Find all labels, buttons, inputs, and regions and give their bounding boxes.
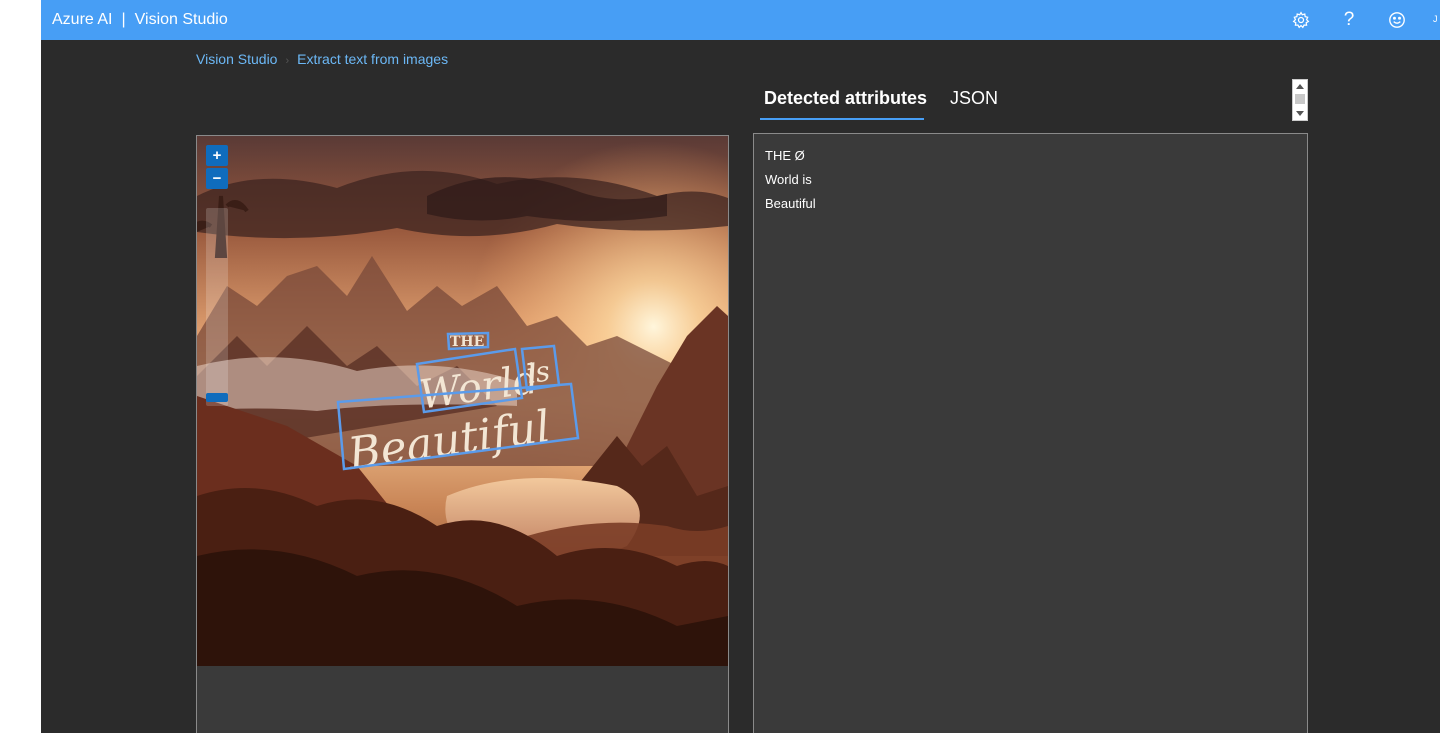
breadcrumb-chevron-icon: › xyxy=(285,55,290,67)
brand-separator: | xyxy=(121,11,126,28)
landscape-image: THE World is Beautiful xyxy=(197,136,728,666)
detected-line: Beautiful xyxy=(765,196,816,211)
brand-app-title: Vision Studio xyxy=(134,11,228,28)
detected-attributes-panel: THE Ø World is Beautiful xyxy=(753,133,1308,733)
breadcrumb-root-link[interactable]: Vision Studio xyxy=(196,51,277,67)
tab-detected-attributes[interactable]: Detected attributes xyxy=(764,78,927,118)
scroll-thumb[interactable] xyxy=(1295,94,1305,104)
top-bar: Azure AI | Vision Studio ? J xyxy=(41,0,1440,40)
vision-studio-app: Azure AI | Vision Studio ? J Vision Studio… xyxy=(41,0,1440,733)
tab-json[interactable]: JSON xyxy=(950,78,998,118)
breadcrumb: Vision Studio › Extract text from images xyxy=(196,51,448,67)
zoom-out-button[interactable]: − xyxy=(206,168,228,189)
settings-icon[interactable] xyxy=(1289,8,1313,32)
feedback-icon[interactable] xyxy=(1385,8,1409,32)
zoom-in-button[interactable]: + xyxy=(206,145,228,166)
brand-product: Azure AI xyxy=(52,11,113,28)
help-icon[interactable]: ? xyxy=(1337,8,1361,32)
zoom-slider[interactable] xyxy=(206,208,228,406)
scroll-up-icon[interactable] xyxy=(1296,84,1304,89)
scroll-down-icon[interactable] xyxy=(1296,111,1304,116)
brand[interactable]: Azure AI | Vision Studio xyxy=(52,0,228,40)
tabs-scrollbar[interactable] xyxy=(1292,79,1308,121)
detected-line: THE Ø xyxy=(765,148,805,163)
avatar[interactable]: J xyxy=(1433,14,1438,24)
image-viewer[interactable]: THE World is Beautiful + − xyxy=(196,135,729,733)
detected-line: World is xyxy=(765,172,812,187)
detected-lines-list: THE Ø World is Beautiful xyxy=(765,144,816,216)
active-tab-indicator xyxy=(760,118,924,120)
breadcrumb-current-link[interactable]: Extract text from images xyxy=(297,51,448,67)
zoom-slider-thumb[interactable] xyxy=(206,393,228,403)
